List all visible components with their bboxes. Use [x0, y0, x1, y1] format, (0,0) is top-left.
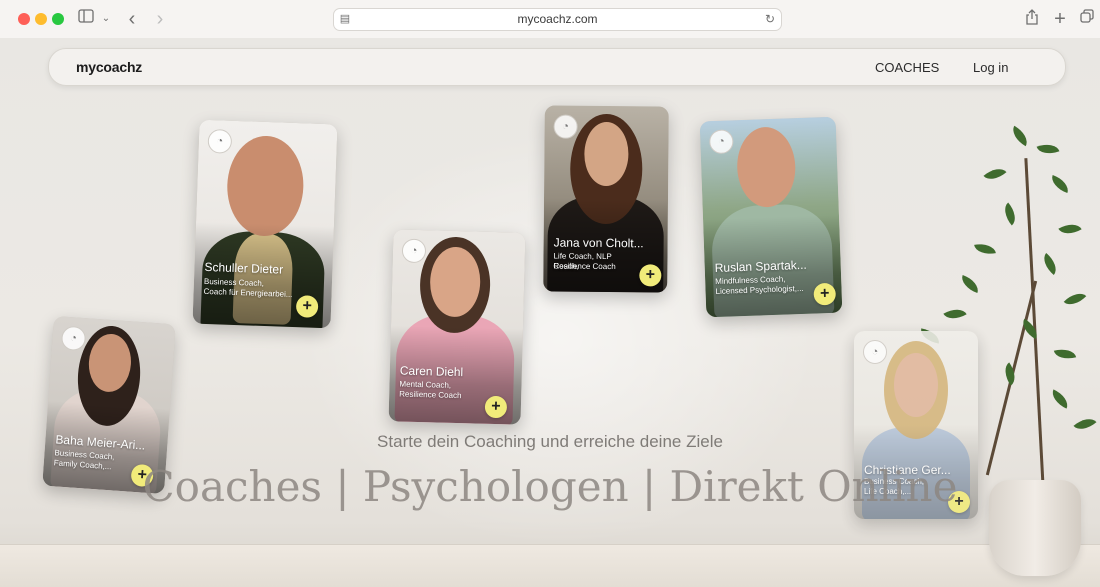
nav-login-link[interactable]: Log in [973, 60, 1008, 75]
coach-card[interactable]: ◔ Jana von Cholt... Life Coach, NLP Coac… [543, 105, 669, 293]
floor [0, 544, 1100, 587]
sidebar-toggle-icon[interactable] [76, 9, 96, 29]
coach-card[interactable]: ◔ Caren Diehl Mental Coach, Resilience C… [388, 229, 526, 425]
browser-window: ⌄ ‹ › ▤ mycoachz.com ↻ + mycoachz COACHE… [0, 0, 1100, 587]
mycoachz-logo-icon: ◔ [863, 340, 887, 364]
share-icon[interactable] [1022, 9, 1042, 29]
site-navbar: mycoachz COACHES Log in [48, 48, 1066, 86]
back-icon[interactable]: ‹ [122, 9, 142, 29]
browser-toolbar: ⌄ ‹ › ▤ mycoachz.com ↻ + [0, 0, 1100, 39]
coach-role-line: Resilience Coach [553, 261, 616, 272]
hero-headline: Coaches | Psychologen | Direkt Online [142, 462, 958, 511]
coach-name: Caren Diehl [399, 363, 464, 380]
reload-icon[interactable]: ↻ [762, 9, 778, 29]
forward-icon[interactable]: › [150, 9, 170, 29]
maximize-window-button[interactable] [52, 13, 64, 25]
coach-card[interactable]: ◔ Ruslan Spartak... Mindfulness Coach, L… [699, 116, 843, 318]
minimize-window-button[interactable] [35, 13, 47, 25]
site-logo[interactable]: mycoachz [76, 59, 142, 75]
add-coach-button[interactable]: + [639, 264, 662, 287]
address-bar[interactable]: ▤ mycoachz.com ↻ [333, 8, 782, 31]
tab-overview-icon[interactable] [1077, 9, 1097, 29]
new-tab-icon[interactable]: + [1050, 9, 1070, 29]
chevron-down-icon[interactable]: ⌄ [96, 9, 116, 29]
mycoachz-logo-icon: ◔ [553, 114, 578, 139]
url-text: mycoachz.com [517, 12, 598, 26]
close-window-button[interactable] [18, 13, 30, 25]
coach-card[interactable]: ◔ Schuller Dieter Business Coach, Coach … [192, 119, 338, 329]
page-content: mycoachz COACHES Log in ◔ Schuller Diete… [0, 38, 1100, 587]
coach-name: Jana von Cholt... [553, 235, 644, 251]
nav-coaches-link[interactable]: COACHES [875, 60, 939, 75]
hero-subtitle: Starte dein Coaching und erreiche deine … [377, 432, 723, 451]
